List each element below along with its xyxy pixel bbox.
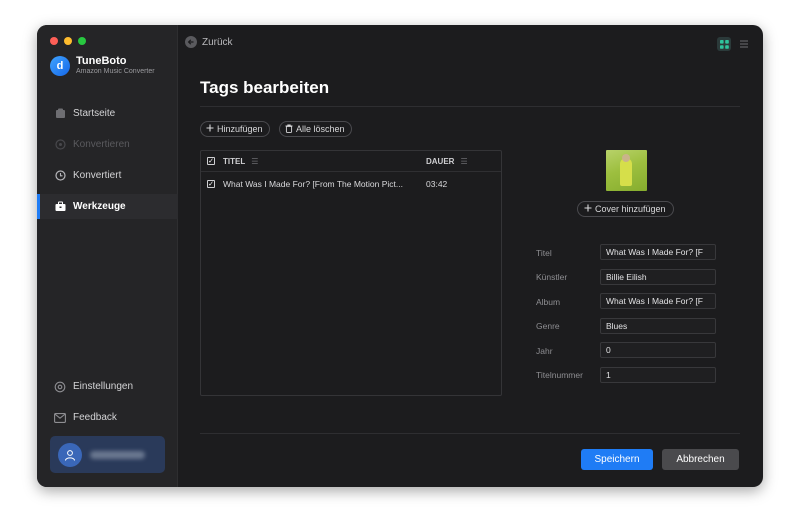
home-icon [54, 108, 66, 120]
field-label-album: Album [536, 297, 561, 307]
row-checkbox[interactable]: ✓ [207, 180, 215, 188]
title-field[interactable] [600, 244, 716, 260]
user-account-card[interactable] [50, 436, 165, 473]
top-right-controls [717, 35, 749, 53]
track-number-field[interactable] [600, 367, 716, 383]
toolbox-icon [54, 201, 66, 213]
user-icon [65, 449, 75, 461]
app-subtitle: Amazon Music Converter [76, 68, 155, 75]
plus-icon [206, 124, 214, 134]
close-window-button[interactable] [50, 37, 58, 45]
track-title: What Was I Made For? [From The Motion Pi… [223, 179, 403, 189]
page-title: Tags bearbeiten [200, 78, 330, 97]
field-label-jahr: Jahr [536, 346, 553, 356]
add-button[interactable]: Hinzufügen [200, 121, 270, 137]
app-window: d TuneBoto Amazon Music Converter Starts… [37, 25, 763, 487]
column-duration[interactable]: DAUER ☰ [426, 157, 468, 166]
grid-icon [719, 39, 729, 49]
album-field[interactable] [600, 293, 716, 309]
cover-figure-head [622, 154, 630, 162]
gear-icon [54, 381, 66, 393]
sidebar-item-label: Konvertiert [73, 170, 122, 181]
back-label: Zurück [202, 36, 233, 48]
sidebar: d TuneBoto Amazon Music Converter Starts… [37, 25, 178, 487]
app-logo-letter: d [56, 59, 64, 72]
add-cover-button[interactable]: Cover hinzufügen [577, 201, 674, 217]
cover-figure [620, 158, 632, 186]
album-cover-image [606, 150, 647, 191]
cancel-button[interactable]: Abbrechen [662, 449, 739, 470]
footer-divider [200, 433, 740, 434]
trash-icon [285, 124, 293, 135]
sidebar-item-label: Werkzeuge [73, 201, 126, 212]
clock-icon [54, 170, 66, 182]
sidebar-item-konvertieren[interactable]: Konvertieren [37, 132, 178, 157]
sidebar-item-einstellungen[interactable]: Einstellungen [37, 374, 178, 399]
sidebar-item-konvertiert[interactable]: Konvertiert [37, 163, 178, 188]
table-row[interactable]: ✓ What Was I Made For? [From The Motion … [201, 172, 501, 196]
app-logo-icon: d [50, 55, 70, 76]
year-field[interactable] [600, 342, 716, 358]
sidebar-item-label: Startseite [73, 108, 116, 119]
column-duration-label: DAUER [426, 156, 455, 166]
brand: d TuneBoto Amazon Music Converter [50, 55, 155, 76]
sidebar-nav: Startseite Konvertieren Konvertiert Werk… [37, 101, 178, 225]
add-cover-label: Cover hinzufügen [595, 204, 666, 214]
menu-icon [740, 40, 748, 48]
tracks-table: ✓ TITEL ☰ DAUER ☰ ✓ What Was I Made For? [… [200, 150, 502, 396]
sidebar-item-startseite[interactable]: Startseite [37, 101, 178, 126]
maximize-window-button[interactable] [78, 37, 86, 45]
back-button[interactable]: Zurück [185, 36, 233, 48]
sort-icon: ☰ [460, 156, 468, 166]
mail-icon [54, 412, 66, 424]
window-controls [50, 37, 86, 45]
artist-field[interactable] [600, 269, 716, 285]
back-arrow-icon [185, 36, 197, 48]
genre-field[interactable] [600, 318, 716, 334]
track-duration: 03:42 [426, 179, 448, 189]
table-header: ✓ TITEL ☰ DAUER ☰ [201, 151, 501, 172]
sidebar-item-label: Konvertieren [73, 139, 130, 150]
sidebar-item-label: Einstellungen [73, 381, 134, 392]
sidebar-bottom-nav: Einstellungen Feedback [37, 374, 178, 436]
title-divider [200, 106, 740, 107]
menu-button[interactable] [739, 35, 749, 53]
sidebar-item-feedback[interactable]: Feedback [37, 405, 178, 430]
field-label-genre: Genre [536, 321, 560, 331]
save-button[interactable]: Speichern [581, 449, 653, 470]
clear-all-button[interactable]: Alle löschen [279, 121, 352, 137]
select-all-checkbox[interactable]: ✓ [207, 157, 215, 165]
field-label-kuenstler: Künstler [536, 272, 568, 282]
user-name-blurred [90, 450, 145, 459]
apps-grid-button[interactable] [717, 37, 731, 51]
app-name: TuneBoto [76, 55, 127, 67]
plus-icon [584, 204, 592, 214]
column-title[interactable]: TITEL ☰ [223, 157, 258, 166]
avatar [58, 442, 82, 467]
add-button-label: Hinzufügen [217, 124, 263, 134]
sort-icon: ☰ [251, 156, 259, 166]
minimize-window-button[interactable] [64, 37, 72, 45]
column-title-label: TITEL [223, 156, 246, 166]
field-label-titel: Titel [536, 248, 552, 258]
sidebar-item-werkzeuge[interactable]: Werkzeuge [37, 194, 178, 219]
clear-all-label: Alle löschen [296, 124, 345, 134]
convert-icon [54, 139, 66, 151]
field-label-titelnummer: Titelnummer [536, 370, 583, 380]
sidebar-item-label: Feedback [73, 412, 117, 423]
